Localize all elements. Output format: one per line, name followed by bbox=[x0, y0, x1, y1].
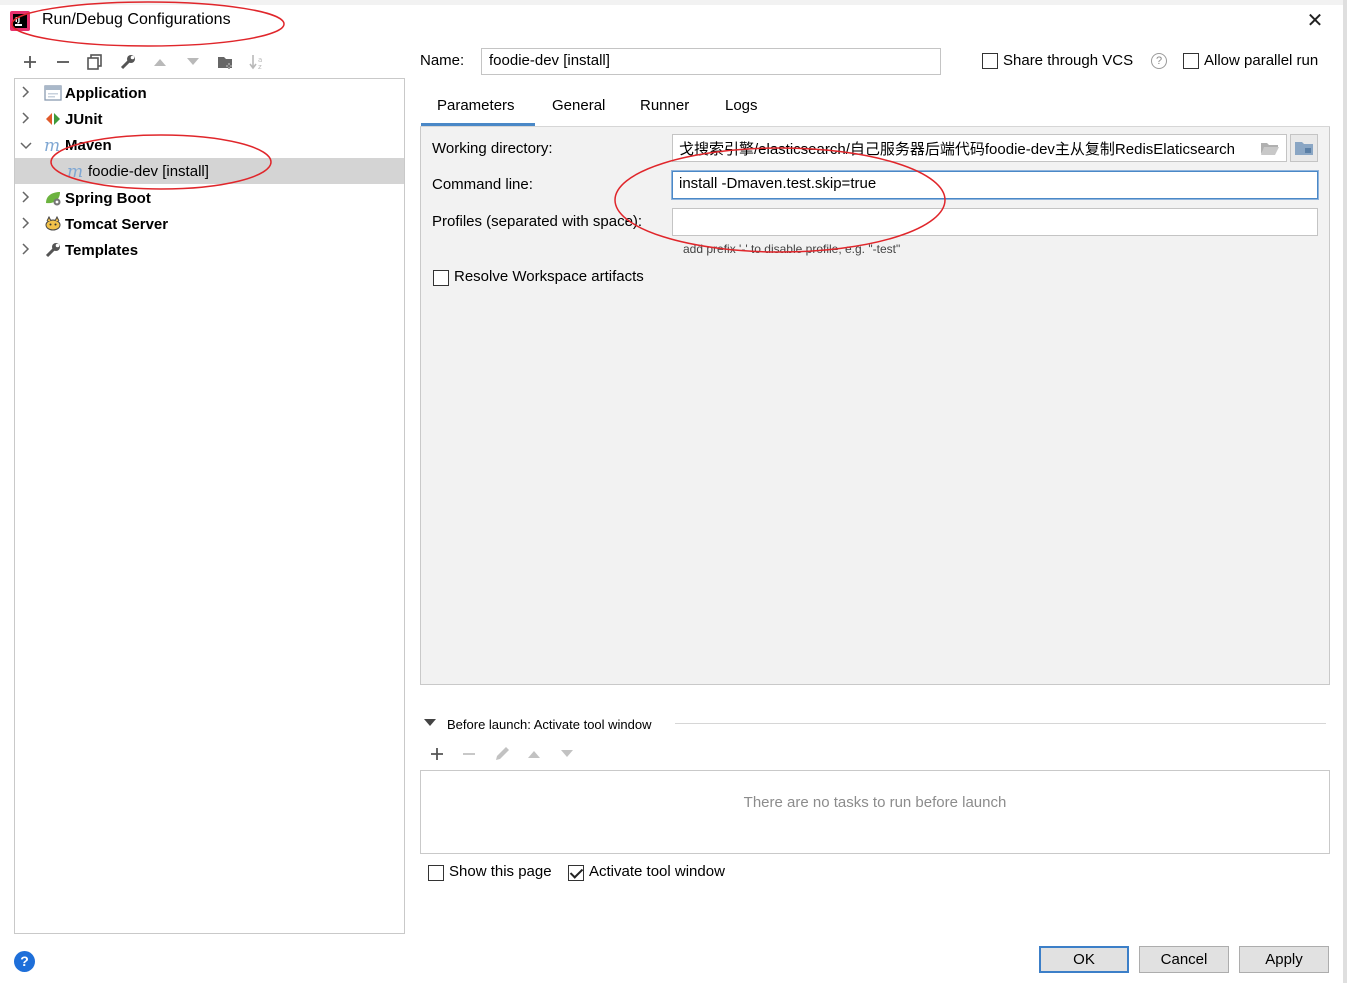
tree-item-label: Maven bbox=[65, 136, 112, 154]
tree-item-application[interactable]: Application bbox=[15, 80, 404, 106]
tree-item-label: Application bbox=[65, 84, 147, 102]
window-edge bbox=[1343, 0, 1347, 983]
chevron-right-icon[interactable] bbox=[19, 111, 33, 127]
move-up-icon[interactable] bbox=[148, 50, 172, 74]
before-launch-task-list[interactable] bbox=[420, 770, 1330, 854]
chevron-right-icon[interactable] bbox=[19, 190, 33, 206]
maven-icon: m bbox=[67, 162, 89, 180]
tree-item-label: Templates bbox=[65, 241, 139, 259]
apply-button[interactable]: Apply bbox=[1239, 946, 1329, 973]
command-line-input[interactable]: install -Dmaven.test.skip=true bbox=[672, 171, 1318, 199]
tab-general[interactable]: General bbox=[552, 96, 605, 126]
working-directory-input[interactable]: 戈搜索引擎/elasticsearch/自己服务器后端代码foodie-dev主… bbox=[672, 134, 1287, 162]
resolve-workspace-checkbox[interactable] bbox=[433, 270, 449, 286]
application-icon bbox=[44, 84, 62, 102]
tree-item-templates[interactable]: Templates bbox=[15, 237, 404, 263]
chevron-right-icon[interactable] bbox=[19, 242, 33, 258]
window-title: Run/Debug Configurations bbox=[42, 11, 231, 28]
tree-item-label: Tomcat Server bbox=[65, 215, 169, 233]
browse-module-button[interactable] bbox=[1290, 134, 1318, 162]
activate-tool-window-checkbox[interactable] bbox=[568, 865, 584, 881]
name-input[interactable]: foodie-dev [install] bbox=[481, 48, 941, 75]
task-down-icon[interactable] bbox=[556, 743, 578, 765]
close-icon[interactable]: ✕ bbox=[1303, 9, 1327, 33]
tree-item-label: JUnit bbox=[65, 110, 103, 128]
module-folder-icon bbox=[1295, 142, 1313, 155]
tab-logs[interactable]: Logs bbox=[725, 96, 758, 126]
parameters-panel: Working directory: 戈搜索引擎/elasticsearch/自… bbox=[420, 127, 1330, 685]
wrench-icon[interactable] bbox=[116, 50, 140, 74]
remove-icon[interactable] bbox=[51, 50, 75, 74]
tree-item-spring-boot[interactable]: Spring Boot bbox=[15, 185, 404, 211]
share-vcs-checkbox[interactable] bbox=[982, 53, 998, 69]
junit-icon bbox=[44, 110, 62, 128]
tree-item-junit[interactable]: JUnit bbox=[15, 106, 404, 132]
tomcat-icon bbox=[44, 215, 62, 233]
svg-text:IJ: IJ bbox=[15, 16, 20, 24]
folder-open-icon[interactable] bbox=[1260, 140, 1280, 156]
new-folder-icon[interactable] bbox=[214, 50, 238, 74]
chevron-right-icon[interactable] bbox=[19, 216, 33, 232]
maven-icon: m bbox=[44, 136, 66, 154]
wrench-icon bbox=[44, 241, 62, 259]
task-up-icon[interactable] bbox=[523, 743, 545, 765]
chevron-right-icon[interactable] bbox=[19, 85, 33, 101]
profiles-input[interactable] bbox=[672, 208, 1318, 236]
ok-button[interactable]: OK bbox=[1039, 946, 1129, 973]
cancel-button[interactable]: Cancel bbox=[1139, 946, 1229, 973]
profiles-hint: add prefix '-' to disable profile, e.g. … bbox=[683, 242, 901, 256]
help-button[interactable]: ? bbox=[14, 951, 35, 972]
move-down-icon[interactable] bbox=[181, 50, 205, 74]
activate-tool-window-label: Activate tool window bbox=[589, 863, 725, 880]
add-task-icon[interactable] bbox=[426, 743, 448, 765]
before-launch-divider bbox=[675, 723, 1326, 724]
chevron-down-icon[interactable] bbox=[19, 138, 33, 153]
allow-parallel-checkbox[interactable] bbox=[1183, 53, 1199, 69]
help-icon[interactable]: ? bbox=[1151, 53, 1167, 69]
intellij-app-icon: IJ bbox=[10, 11, 30, 31]
svg-text:z: z bbox=[258, 63, 262, 70]
name-label: Name: bbox=[420, 52, 465, 69]
sort-icon[interactable]: az bbox=[246, 50, 270, 74]
working-directory-label: Working directory: bbox=[432, 140, 553, 157]
show-page-label: Show this page bbox=[449, 863, 552, 880]
before-launch-header[interactable]: Before launch: Activate tool window bbox=[447, 717, 652, 732]
svg-text:m: m bbox=[44, 137, 60, 153]
resolve-workspace-label: Resolve Workspace artifacts bbox=[454, 268, 644, 285]
spring-boot-icon bbox=[44, 189, 62, 207]
show-page-checkbox[interactable] bbox=[428, 865, 444, 881]
allow-parallel-label: Allow parallel run bbox=[1204, 52, 1319, 69]
tab-parameters[interactable]: Parameters bbox=[437, 96, 515, 126]
active-tab-indicator bbox=[421, 123, 535, 126]
add-icon[interactable] bbox=[18, 50, 42, 74]
copy-icon[interactable] bbox=[83, 50, 107, 74]
tree-item-label: foodie-dev [install] bbox=[88, 162, 209, 180]
tree-item-label: Spring Boot bbox=[65, 189, 151, 207]
edit-task-icon[interactable] bbox=[491, 743, 513, 765]
svg-text:m: m bbox=[67, 163, 83, 179]
tree-item-tomcat-server[interactable]: Tomcat Server bbox=[15, 211, 404, 237]
collapse-triangle-icon[interactable] bbox=[424, 719, 436, 726]
tree-item-foodie-dev-install[interactable]: m foodie-dev [install] bbox=[15, 158, 404, 184]
profiles-label: Profiles (separated with space): bbox=[432, 213, 643, 230]
remove-task-icon[interactable] bbox=[458, 743, 480, 765]
tab-runner[interactable]: Runner bbox=[640, 96, 689, 126]
configuration-tree[interactable]: Application JUnit m Maven m foodie-dev [… bbox=[14, 78, 405, 934]
before-launch-empty-text: There are no tasks to run before launch bbox=[743, 794, 1007, 811]
tree-item-maven[interactable]: m Maven bbox=[15, 132, 404, 158]
command-line-label: Command line: bbox=[432, 176, 533, 193]
share-vcs-label: Share through VCS bbox=[1003, 52, 1134, 69]
